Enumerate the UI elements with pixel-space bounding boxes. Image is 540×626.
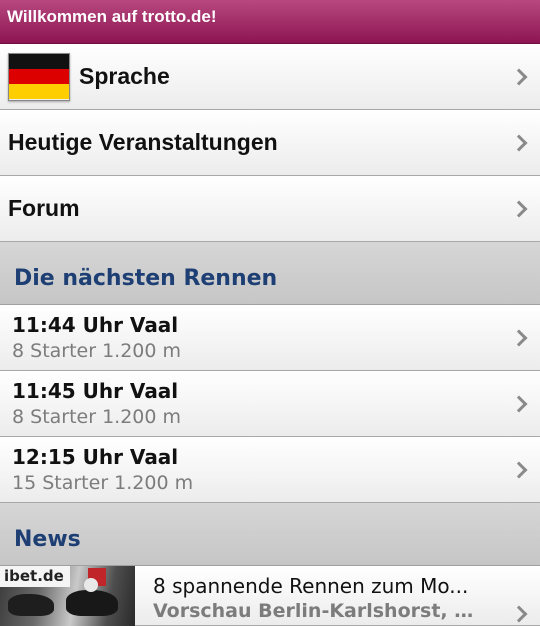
- news-thumbnail: ibet.de: [0, 566, 135, 626]
- race-row[interactable]: 11:45 Uhr Vaal 8 Starter 1.200 m: [0, 371, 540, 437]
- news-title: 8 spannende Rennen zum Mo...: [153, 574, 469, 598]
- race-row[interactable]: 11:44 Uhr Vaal 8 Starter 1.200 m: [0, 305, 540, 371]
- race-details: 15 Starter 1.200 m: [12, 471, 194, 494]
- chevron-right-icon: [510, 461, 528, 478]
- menu-item-label: Forum: [8, 195, 80, 221]
- race-row[interactable]: 12:15 Uhr Vaal 15 Starter 1.200 m: [0, 437, 540, 503]
- news-subtitle: Vorschau Berlin-Karlshorst, 0...: [153, 600, 475, 622]
- menu-item-label: Heutige Veranstaltungen: [8, 129, 278, 155]
- section-header-news: News: [0, 503, 540, 566]
- section-header-next-races: Die nächsten Rennen: [0, 242, 540, 305]
- menu-item-forum[interactable]: Forum: [0, 176, 540, 242]
- rider-silhouette: [84, 578, 98, 592]
- chevron-right-icon: [510, 200, 528, 217]
- news-row[interactable]: ibet.de 8 spannende Rennen zum Mo... Vor…: [0, 566, 540, 626]
- menu-item-todays-events[interactable]: Heutige Veranstaltungen: [0, 110, 540, 176]
- chevron-right-icon: [510, 134, 528, 151]
- race-details: 8 Starter 1.200 m: [12, 339, 182, 362]
- horse-silhouette: [66, 590, 118, 616]
- app-title: Willkommen auf trotto.de!: [7, 7, 217, 26]
- race-title: 11:45 Uhr Vaal: [12, 378, 179, 403]
- chevron-right-icon: [510, 68, 528, 85]
- chevron-right-icon: [510, 329, 528, 346]
- section-title: Die nächsten Rennen: [14, 266, 278, 291]
- section-title: News: [14, 527, 81, 552]
- horse-silhouette: [8, 594, 54, 616]
- germany-flag-icon: [8, 52, 70, 101]
- chevron-right-icon: [510, 605, 528, 623]
- thumbnail-brand-text: ibet.de: [0, 566, 70, 587]
- race-details: 8 Starter 1.200 m: [12, 405, 182, 428]
- menu-item-language[interactable]: Sprache: [0, 44, 540, 110]
- chevron-right-icon: [510, 395, 528, 412]
- race-title: 11:44 Uhr Vaal: [12, 312, 179, 337]
- app-title-bar: Willkommen auf trotto.de!: [0, 0, 540, 44]
- race-title: 12:15 Uhr Vaal: [12, 444, 179, 469]
- menu-item-label: Sprache: [79, 63, 170, 89]
